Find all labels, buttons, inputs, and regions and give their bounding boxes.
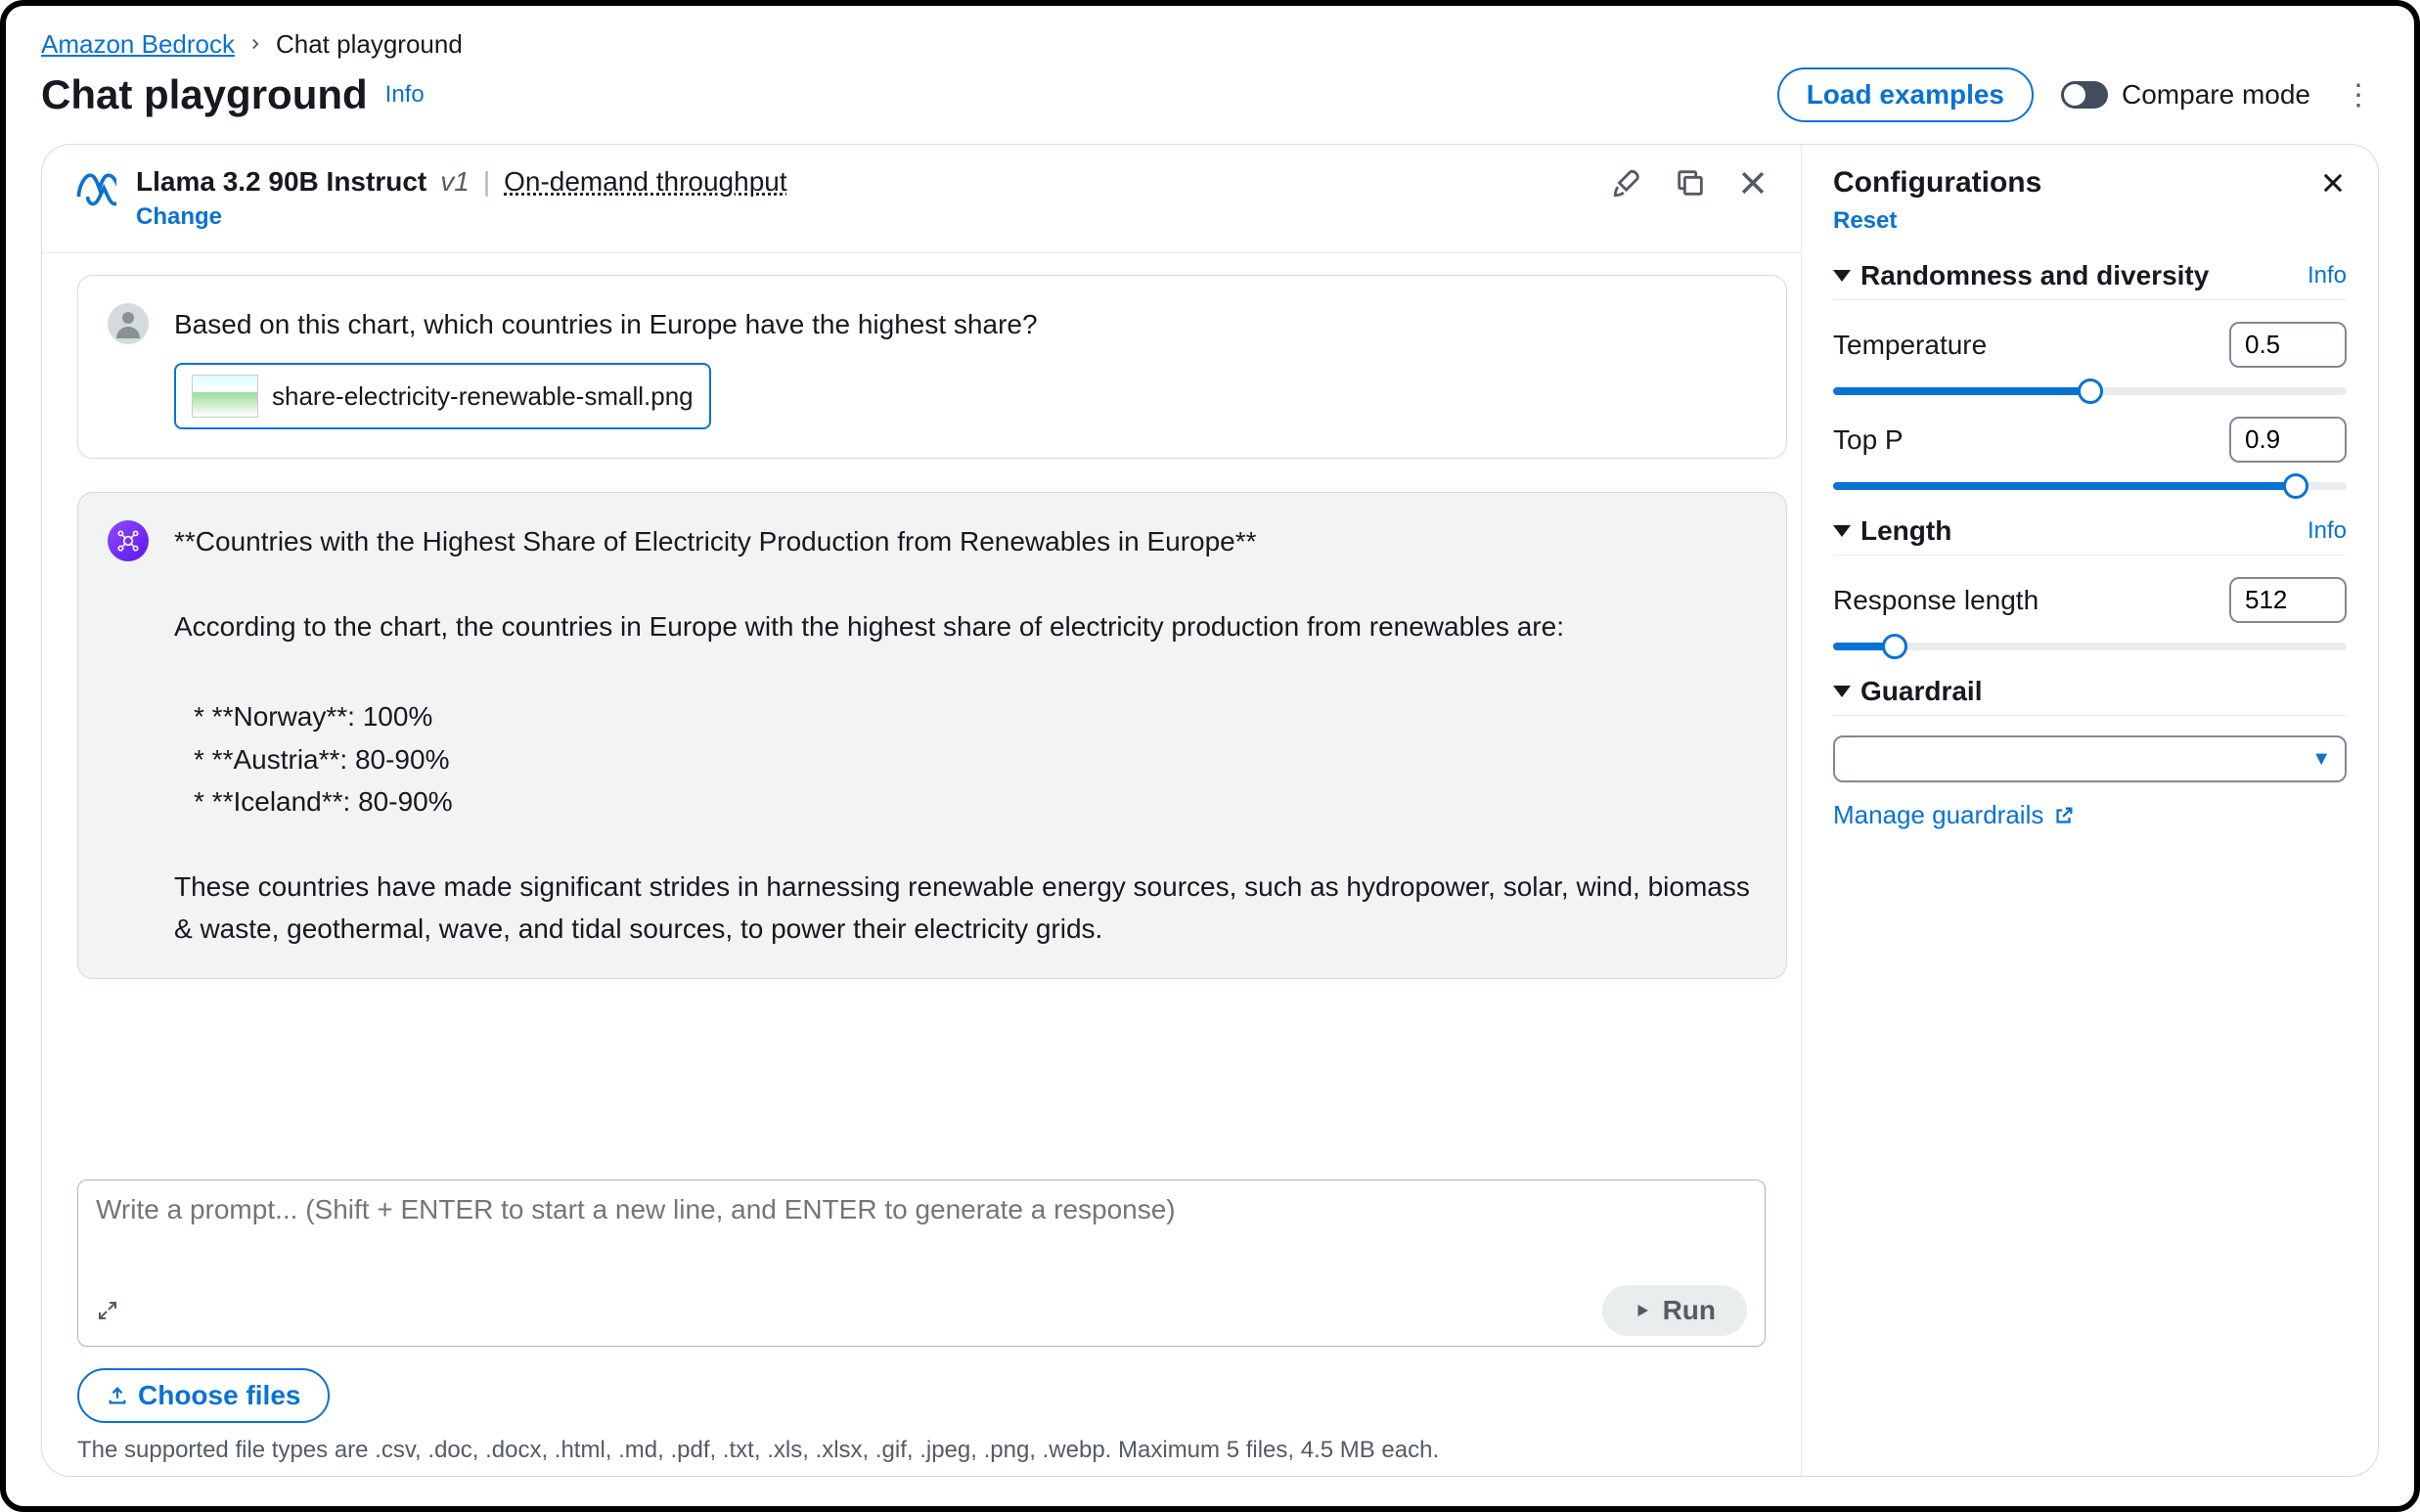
throughput-mode[interactable]: On-demand throughput bbox=[504, 166, 787, 198]
reset-link[interactable]: Reset bbox=[1833, 207, 2347, 235]
file-hint: The supported file types are .csv, .doc,… bbox=[77, 1437, 1766, 1464]
model-name: Llama 3.2 90B Instruct bbox=[136, 166, 426, 198]
attachment-thumb-icon bbox=[192, 375, 258, 418]
chevron-down-icon bbox=[1833, 270, 1851, 282]
prompt-box: Run bbox=[77, 1179, 1766, 1347]
section-guardrail[interactable]: Guardrail bbox=[1833, 676, 2347, 716]
page-title: Chat playground bbox=[41, 71, 368, 118]
choose-files-button[interactable]: Choose files bbox=[77, 1368, 330, 1423]
manage-guardrails-link[interactable]: Manage guardrails bbox=[1833, 800, 2347, 830]
external-link-icon bbox=[2053, 805, 2075, 826]
change-model-link[interactable]: Change bbox=[136, 203, 787, 231]
response-length-slider[interactable] bbox=[1833, 643, 2347, 650]
list-item: * **Iceland**: 80-90% bbox=[194, 780, 1757, 823]
user-avatar-icon bbox=[108, 303, 149, 344]
section-length[interactable]: Length Info bbox=[1833, 515, 2347, 556]
breadcrumb-current: Chat playground bbox=[276, 29, 463, 60]
info-link[interactable]: Info bbox=[2308, 517, 2347, 545]
temperature-slider[interactable] bbox=[1833, 387, 2347, 395]
assistant-message: **Countries with the Highest Share of El… bbox=[77, 492, 1787, 979]
assistant-lead: According to the chart, the countries in… bbox=[174, 605, 1757, 647]
compare-mode-label: Compare mode bbox=[2122, 79, 2310, 111]
top-p-label: Top P bbox=[1833, 424, 1904, 456]
model-version: v1 bbox=[440, 166, 470, 198]
close-icon[interactable] bbox=[1736, 166, 1770, 200]
load-examples-button[interactable]: Load examples bbox=[1777, 67, 2034, 122]
rocket-icon[interactable] bbox=[1611, 166, 1644, 200]
section-randomness[interactable]: Randomness and diversity Info bbox=[1833, 260, 2347, 300]
top-p-slider[interactable] bbox=[1833, 482, 2347, 490]
guardrail-select[interactable]: ▼ bbox=[1833, 735, 2347, 782]
attachment-filename: share-electricity-renewable-small.png bbox=[272, 377, 694, 416]
config-title: Configurations bbox=[1833, 166, 2041, 200]
more-actions-button[interactable]: ⋮ bbox=[2338, 72, 2379, 118]
play-icon bbox=[1634, 1302, 1651, 1319]
chevron-down-icon bbox=[1833, 686, 1851, 697]
model-bar: Llama 3.2 90B Instruct v1 | On-demand th… bbox=[42, 145, 1801, 253]
chevron-down-icon bbox=[1833, 525, 1851, 537]
user-message-text: Based on this chart, which countries in … bbox=[174, 303, 1038, 345]
breadcrumb: Amazon Bedrock Chat playground bbox=[41, 29, 2379, 60]
upload-icon bbox=[107, 1385, 128, 1406]
page-info-link[interactable]: Info bbox=[385, 81, 425, 109]
prompt-input[interactable] bbox=[96, 1194, 1747, 1276]
close-panel-icon[interactable] bbox=[2319, 169, 2347, 197]
run-button[interactable]: Run bbox=[1602, 1285, 1747, 1336]
assistant-heading: **Countries with the Highest Share of El… bbox=[174, 520, 1757, 562]
caret-down-icon: ▼ bbox=[2311, 748, 2331, 771]
copy-icon[interactable] bbox=[1674, 166, 1707, 200]
user-message: Based on this chart, which countries in … bbox=[77, 275, 1787, 459]
list-item: * **Norway**: 100% bbox=[194, 695, 1757, 737]
breadcrumb-root[interactable]: Amazon Bedrock bbox=[41, 29, 235, 60]
chevron-right-icon bbox=[246, 29, 264, 60]
meta-logo-icon bbox=[73, 166, 116, 209]
response-length-input[interactable] bbox=[2229, 577, 2347, 623]
attachment-chip[interactable]: share-electricity-renewable-small.png bbox=[174, 363, 711, 429]
info-link[interactable]: Info bbox=[2308, 262, 2347, 289]
expand-icon[interactable] bbox=[96, 1299, 119, 1322]
compare-mode-toggle[interactable] bbox=[2061, 81, 2108, 109]
response-length-label: Response length bbox=[1833, 585, 2039, 616]
top-p-input[interactable] bbox=[2229, 417, 2347, 463]
temperature-input[interactable] bbox=[2229, 322, 2347, 368]
temperature-label: Temperature bbox=[1833, 330, 1987, 361]
assistant-avatar-icon bbox=[108, 520, 149, 561]
assistant-tail: These countries have made significant st… bbox=[174, 866, 1757, 951]
list-item: * **Austria**: 80-90% bbox=[194, 738, 1757, 780]
